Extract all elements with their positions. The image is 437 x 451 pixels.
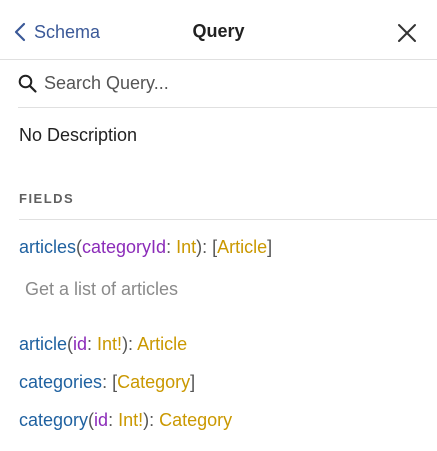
punctuation: ): [: [196, 237, 218, 257]
type-description: No Description: [19, 125, 138, 145]
field-articles[interactable]: articles(categoryId: Int): [Article]: [19, 237, 272, 258]
punctuation: :: [87, 334, 98, 354]
punctuation: ]: [267, 237, 273, 257]
field-description: Get a list of articles: [25, 279, 179, 299]
arg-type[interactable]: Int!: [118, 410, 143, 430]
close-icon: [398, 24, 416, 42]
arg-type[interactable]: Int!: [97, 334, 122, 354]
field-article[interactable]: article(id: Int!): Article: [19, 334, 187, 355]
arg-name: categoryId: [82, 237, 167, 257]
punctuation: ):: [143, 410, 160, 430]
search-bar: [18, 60, 437, 108]
close-button[interactable]: [395, 21, 419, 45]
arg-type[interactable]: Int: [176, 237, 196, 257]
punctuation: ):: [122, 334, 138, 354]
search-icon: [18, 74, 37, 93]
field-name[interactable]: categories: [19, 372, 102, 392]
doc-explorer-title: Query: [192, 21, 245, 41]
punctuation: : [: [102, 372, 118, 392]
return-type[interactable]: Article: [217, 237, 267, 257]
field-category[interactable]: category(id: Int!): Category: [19, 410, 232, 431]
field-categories[interactable]: categories: [Category]: [19, 372, 195, 393]
fields-section-title: FIELDS: [19, 191, 75, 206]
field-name[interactable]: category: [19, 410, 88, 430]
field-name[interactable]: article: [19, 334, 67, 354]
return-type[interactable]: Category: [159, 410, 232, 430]
search-input[interactable]: [44, 68, 404, 99]
punctuation: :: [166, 237, 177, 257]
arg-name: id: [73, 334, 88, 354]
punctuation: :: [108, 410, 119, 430]
punctuation: ]: [190, 372, 196, 392]
section-divider: [19, 219, 437, 220]
arg-name: id: [94, 410, 109, 430]
return-type[interactable]: Category: [117, 372, 190, 392]
field-name[interactable]: articles: [19, 237, 76, 257]
doc-explorer-header: Schema Query: [0, 0, 437, 60]
return-type[interactable]: Article: [137, 334, 187, 354]
doc-explorer-panel: Schema Query No Description FIELDS artic…: [0, 0, 437, 451]
